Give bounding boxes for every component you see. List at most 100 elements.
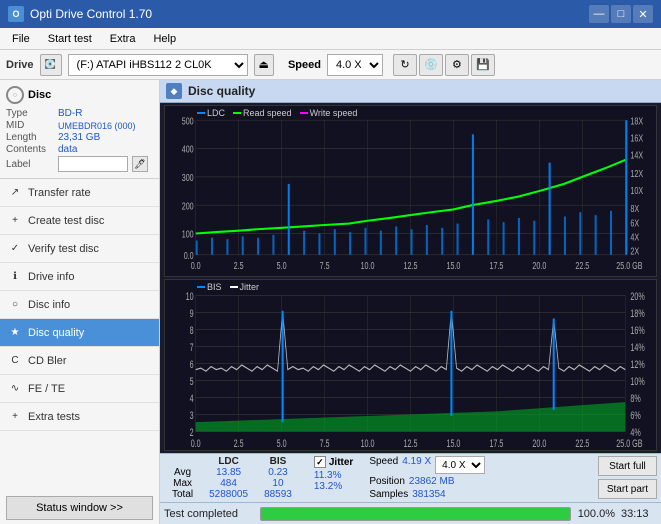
main-content: ◆ Disc quality LDC Read speed [160,80,661,524]
type-label: Type [6,108,54,119]
drive-select[interactable]: (F:) ATAPI iHBS112 2 CL0K [68,54,248,76]
buttons-section: Start full Start part [598,456,657,499]
start-full-button[interactable]: Start full [598,456,657,476]
sidebar-item-cd-bler[interactable]: C CD Bler [0,347,159,375]
progress-time: 33:13 [621,508,657,520]
speed-value: 4.19 X [402,456,431,474]
title-bar: O Opti Drive Control 1.70 — □ ✕ [0,0,661,28]
mid-value: UMEBDR016 (000) [58,121,136,131]
svg-text:25.0 GB: 25.0 GB [616,437,642,449]
close-button[interactable]: ✕ [633,5,653,23]
svg-text:4X: 4X [630,231,639,242]
progress-percent: 100.0% [577,508,615,520]
mid-label: MID [6,120,54,131]
position-row: Position 23862 MB [369,476,485,487]
sidebar-item-label: Create test disc [28,215,104,227]
svg-text:10: 10 [186,291,194,303]
sidebar-item-disc-info[interactable]: ○ Disc info [0,291,159,319]
drive-bar: Drive 💽 (F:) ATAPI iHBS112 2 CL0K ⏏ Spee… [0,50,661,80]
label-edit-button[interactable]: 🖊 [132,156,148,172]
start-part-button[interactable]: Start part [598,479,657,499]
progress-fill [261,508,570,520]
disc-button[interactable]: 💿 [419,54,443,76]
ldc-legend: LDC Read speed Write speed [197,108,357,118]
svg-text:0.0: 0.0 [191,437,201,449]
label-input[interactable] [58,156,128,172]
sidebar-item-drive-info[interactable]: ℹ Drive info [0,263,159,291]
position-value: 23862 MB [409,476,455,487]
speed-label: Speed [288,59,321,71]
menu-extra[interactable]: Extra [102,31,144,47]
eject-button[interactable]: ⏏ [254,54,274,76]
jitter-section: ✓ Jitter 11.3% 13.2% [314,456,353,492]
sidebar-item-label: CD Bler [28,355,67,367]
svg-text:20%: 20% [630,291,644,303]
nav-section: ↗ Transfer rate + Create test disc ✓ Ver… [0,179,159,524]
col-header-empty [164,456,201,467]
disc-quality-header-icon: ◆ [166,83,182,99]
menu-start-test[interactable]: Start test [40,31,100,47]
jitter-header-row: ✓ Jitter [314,456,353,468]
progress-bar-area: Test completed 100.0% 33:13 [160,502,661,524]
jitter-header: Jitter [329,457,353,468]
svg-text:6X: 6X [630,217,639,228]
speed-dropdown[interactable]: 4.0 X [435,456,485,474]
menu-file[interactable]: File [4,31,38,47]
title-bar-controls: — □ ✕ [589,5,653,23]
ldc-chart-svg: 500 400 300 200 100 0.0 18X 16X 14X 12X … [165,106,656,276]
svg-text:6%: 6% [630,410,640,422]
speed-select[interactable]: 4.0 X 2.0 X 1.0 X [327,54,383,76]
sidebar-item-extra-tests[interactable]: + Extra tests [0,403,159,431]
charts-area: LDC Read speed Write speed [160,103,661,453]
verify-test-icon: ✓ [8,242,22,256]
svg-text:500: 500 [182,115,194,126]
contents-value: data [58,144,77,155]
status-text: Test completed [164,508,254,520]
maximize-button[interactable]: □ [611,5,631,23]
svg-text:7.5: 7.5 [320,260,330,271]
disc-panel-header: ○ Disc [6,86,153,104]
drive-icon: 💽 [40,54,62,76]
jitter-checkbox[interactable]: ✓ [314,456,326,468]
svg-text:4: 4 [190,393,194,405]
app-title: Opti Drive Control 1.70 [30,7,152,21]
menu-bar: File Start test Extra Help [0,28,661,50]
sidebar-item-fe-te[interactable]: ∿ FE / TE [0,375,159,403]
sidebar: ○ Disc Type BD-R MID UMEBDR016 (000) Len… [0,80,160,524]
svg-text:7.5: 7.5 [320,437,330,449]
sidebar-item-verify-test-disc[interactable]: ✓ Verify test disc [0,235,159,263]
disc-contents-row: Contents data [6,144,153,155]
settings-button[interactable]: ⚙ [445,54,469,76]
svg-text:400: 400 [182,144,194,155]
minimize-button[interactable]: — [589,5,609,23]
svg-text:5.0: 5.0 [277,260,287,271]
svg-text:12.5: 12.5 [404,437,418,449]
sidebar-item-create-test-disc[interactable]: + Create test disc [0,207,159,235]
save-button[interactable]: 💾 [471,54,495,76]
sidebar-item-label: Extra tests [28,411,80,423]
bis-chart: BIS Jitter [164,279,657,451]
cd-bler-icon: C [8,354,22,368]
disc-info-panel: ○ Disc Type BD-R MID UMEBDR016 (000) Len… [0,80,159,179]
svg-text:17.5: 17.5 [489,260,503,271]
svg-text:7: 7 [190,342,194,354]
drive-label: Drive [6,59,34,71]
speed-label: Speed [369,456,398,474]
disc-type-row: Type BD-R [6,108,153,119]
jitter-max: 13.2% [314,481,342,492]
status-window-button[interactable]: Status window >> [6,496,153,520]
refresh-button[interactable]: ↻ [393,54,417,76]
main-layout: ○ Disc Type BD-R MID UMEBDR016 (000) Len… [0,80,661,524]
toolbar-icons: ↻ 💿 ⚙ 💾 [393,54,495,76]
progress-track [260,507,571,521]
ldc-max: 484 [201,478,256,489]
sidebar-item-disc-quality[interactable]: ★ Disc quality [0,319,159,347]
disc-info-icon: ○ [8,298,22,312]
sidebar-item-transfer-rate[interactable]: ↗ Transfer rate [0,179,159,207]
disc-label-row: Label 🖊 [6,156,153,172]
svg-text:10.0: 10.0 [361,437,375,449]
menu-help[interactable]: Help [145,31,184,47]
svg-text:2.5: 2.5 [234,260,244,271]
speed-row: Speed 4.19 X 4.0 X [369,456,485,474]
svg-text:2X: 2X [630,246,639,257]
